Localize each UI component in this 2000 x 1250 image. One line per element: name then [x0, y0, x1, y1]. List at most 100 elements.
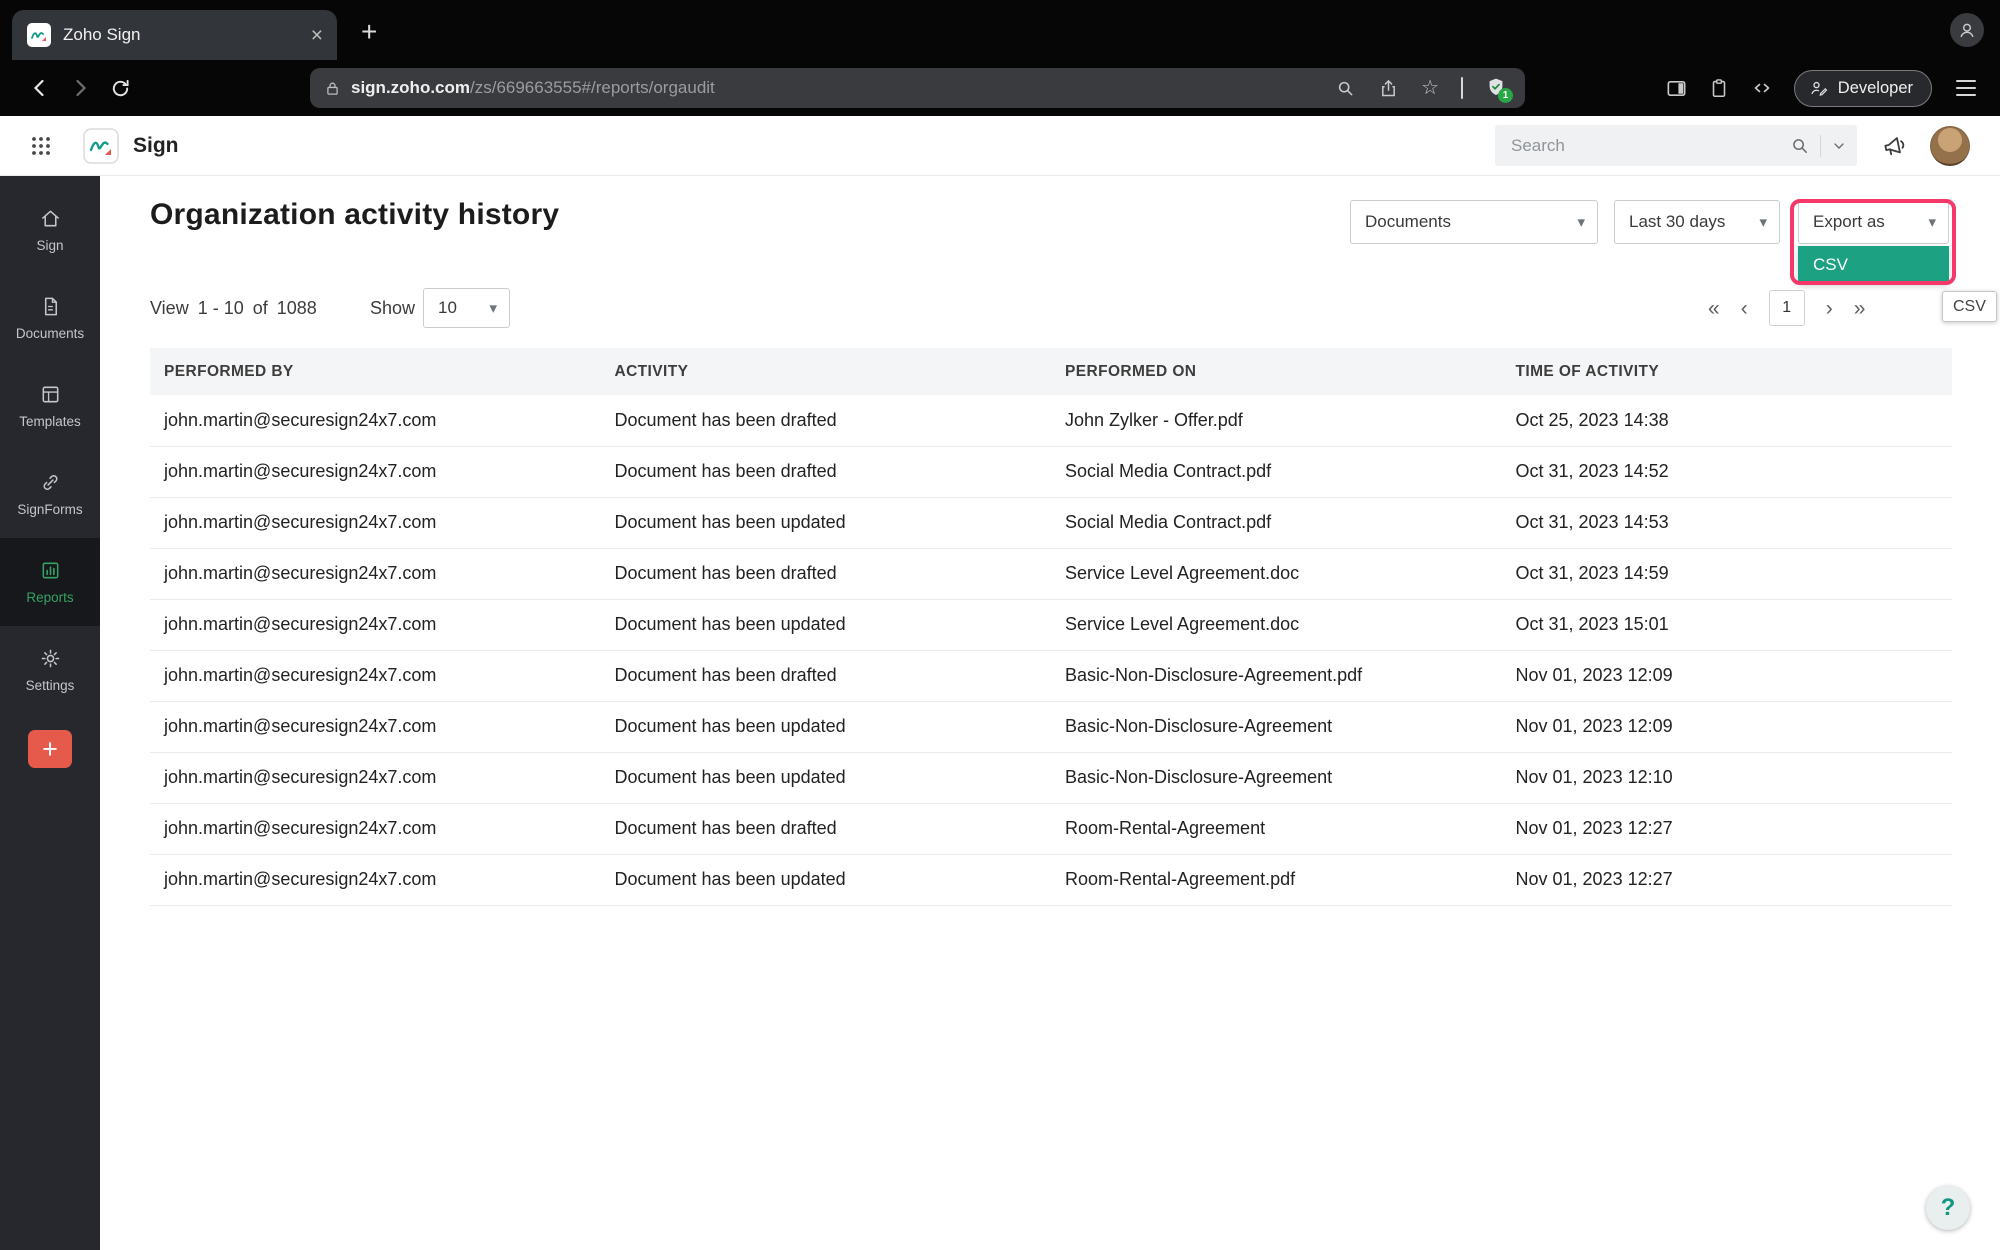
of-label: of: [252, 298, 268, 318]
zoom-icon[interactable]: [1335, 78, 1356, 99]
sidebar-item-label: Sign: [36, 238, 64, 253]
sidebar-item-reports[interactable]: Reports: [0, 538, 100, 626]
main-content: Organization activity history Documents …: [100, 176, 2000, 1250]
table-row: john.martin@securesign24x7.com Document …: [150, 854, 1952, 906]
sidebar-item-label: Settings: [25, 678, 75, 693]
cell-time: Oct 31, 2023 14:53: [1501, 497, 1952, 549]
sidebar-item-documents[interactable]: Documents: [0, 274, 100, 362]
view-range: 1 - 10: [197, 298, 244, 318]
help-button[interactable]: ?: [1926, 1186, 1970, 1230]
cell-performed-by: john.martin@securesign24x7.com: [150, 701, 601, 753]
lock-icon: [327, 82, 338, 95]
cell-performed-by: john.martin@securesign24x7.com: [150, 599, 601, 651]
sidebar-item-settings[interactable]: Settings: [0, 626, 100, 714]
forward-button[interactable]: [60, 68, 100, 108]
cell-performed-by: john.martin@securesign24x7.com: [150, 446, 601, 498]
table-row: john.martin@securesign24x7.com Document …: [150, 701, 1952, 753]
developer-icon: [1811, 81, 1828, 96]
table-row: john.martin@securesign24x7.com Document …: [150, 548, 1952, 600]
user-avatar[interactable]: [1930, 125, 1970, 166]
first-page-button[interactable]: «: [1708, 298, 1720, 319]
cell-time: Oct 31, 2023 14:52: [1501, 446, 1952, 498]
search-input[interactable]: [1495, 135, 1790, 156]
category-filter-value: Documents: [1365, 212, 1451, 231]
current-page-input[interactable]: 1: [1768, 290, 1805, 326]
sidebar-item-sign[interactable]: Sign: [0, 186, 100, 274]
developer-label: Developer: [1837, 78, 1913, 97]
gear-icon: [41, 649, 59, 668]
back-button[interactable]: [20, 68, 60, 108]
cell-performed-by: john.martin@securesign24x7.com: [150, 497, 601, 549]
cell-time: Nov 01, 2023 12:10: [1501, 752, 1952, 804]
activity-table: PERFORMED BY ACTIVITY PERFORMED ON TIME …: [150, 348, 1952, 906]
toolbar-right-icons: Developer: [1665, 69, 1980, 107]
cell-performed-on: Basic-Non-Disclosure-Agreement: [1051, 701, 1502, 753]
zoho-sign-logo-icon[interactable]: [82, 127, 120, 165]
sidebar-item-templates[interactable]: Templates: [0, 362, 100, 450]
cell-time: Oct 25, 2023 14:38: [1501, 395, 1952, 447]
cell-time: Nov 01, 2023 12:27: [1501, 854, 1952, 906]
developer-profile-button[interactable]: Developer: [1793, 69, 1932, 107]
new-tab-button[interactable]: +: [361, 18, 377, 46]
page-size-select[interactable]: 10 ▾: [423, 288, 510, 328]
cell-performed-by: john.martin@securesign24x7.com: [150, 803, 601, 855]
column-activity: ACTIVITY: [600, 348, 1051, 395]
export-as-select[interactable]: Export as ▾: [1798, 200, 1949, 244]
cell-time: Nov 01, 2023 12:09: [1501, 650, 1952, 702]
cell-activity: Document has been drafted: [600, 395, 1051, 447]
link-icon: [43, 475, 57, 490]
browser-profile-avatar[interactable]: [1950, 13, 1984, 47]
menu-icon[interactable]: [1952, 76, 1980, 100]
cell-time: Oct 31, 2023 15:01: [1501, 599, 1952, 651]
create-new-button[interactable]: +: [28, 730, 72, 768]
next-page-button[interactable]: ›: [1826, 298, 1833, 319]
apps-grid-icon[interactable]: [30, 135, 52, 157]
cell-activity: Document has been updated: [600, 599, 1051, 651]
cell-performed-by: john.martin@securesign24x7.com: [150, 752, 601, 804]
pagination-controls: « ‹ 1 › »: [1708, 288, 1865, 328]
column-performed-by: PERFORMED BY: [150, 348, 601, 395]
cell-performed-by: john.martin@securesign24x7.com: [150, 548, 601, 600]
browser-tab-zoho-sign[interactable]: Zoho Sign ×: [12, 10, 337, 60]
address-bar[interactable]: sign.zoho.com/zs/669663555#/reports/orga…: [310, 68, 1525, 108]
url-domain: sign.zoho.com: [351, 78, 470, 97]
reload-button[interactable]: [100, 68, 140, 108]
export-option-csv[interactable]: CSV: [1798, 246, 1949, 284]
bookmark-star-icon[interactable]: ☆: [1421, 78, 1439, 98]
url-text: sign.zoho.com/zs/669663555#/reports/orga…: [351, 78, 1325, 98]
templates-icon: [42, 386, 58, 403]
sidebar-item-signforms[interactable]: SignForms: [0, 450, 100, 538]
chevron-down-icon[interactable]: [1831, 138, 1847, 154]
sidebar-item-label: Documents: [15, 326, 85, 341]
date-range-select[interactable]: Last 30 days ▾: [1614, 200, 1780, 244]
side-panel-icon[interactable]: [1665, 77, 1688, 100]
csv-tooltip: CSV: [1942, 291, 1997, 322]
app-search-box[interactable]: [1495, 125, 1857, 166]
cell-performed-by: john.martin@securesign24x7.com: [150, 854, 601, 906]
app-brand-name: Sign: [133, 133, 179, 157]
cell-performed-on: Basic-Non-Disclosure-Agreement.pdf: [1051, 650, 1502, 702]
cell-performed-on: Room-Rental-Agreement: [1051, 803, 1502, 855]
search-icon[interactable]: [1790, 136, 1810, 156]
app-body: Sign Documents Templates SignForms Repor…: [0, 176, 2000, 1250]
close-tab-icon[interactable]: ×: [311, 25, 323, 46]
sidebar: Sign Documents Templates SignForms Repor…: [0, 176, 100, 1250]
cell-time: Oct 31, 2023 14:59: [1501, 548, 1952, 600]
announcements-icon[interactable]: [1878, 129, 1910, 161]
last-page-button[interactable]: »: [1854, 298, 1866, 319]
cell-performed-on: Social Media Contract.pdf: [1051, 497, 1502, 549]
cell-activity: Document has been drafted: [600, 650, 1051, 702]
code-icon[interactable]: [1750, 76, 1774, 100]
cell-performed-by: john.martin@securesign24x7.com: [150, 650, 601, 702]
table-row: john.martin@securesign24x7.com Document …: [150, 446, 1952, 498]
category-filter-select[interactable]: Documents ▾: [1350, 200, 1598, 244]
shield-badge: 1: [1498, 88, 1513, 103]
privacy-shield-icon[interactable]: 1: [1485, 76, 1513, 103]
share-icon[interactable]: [1378, 78, 1399, 99]
zoho-sign-favicon-icon: [27, 23, 51, 47]
cell-activity: Document has been drafted: [600, 548, 1051, 600]
clipboard-icon[interactable]: [1708, 77, 1730, 99]
chevron-down-icon: ▾: [1759, 214, 1767, 231]
home-icon: [41, 210, 59, 227]
prev-page-button[interactable]: ‹: [1741, 298, 1748, 319]
